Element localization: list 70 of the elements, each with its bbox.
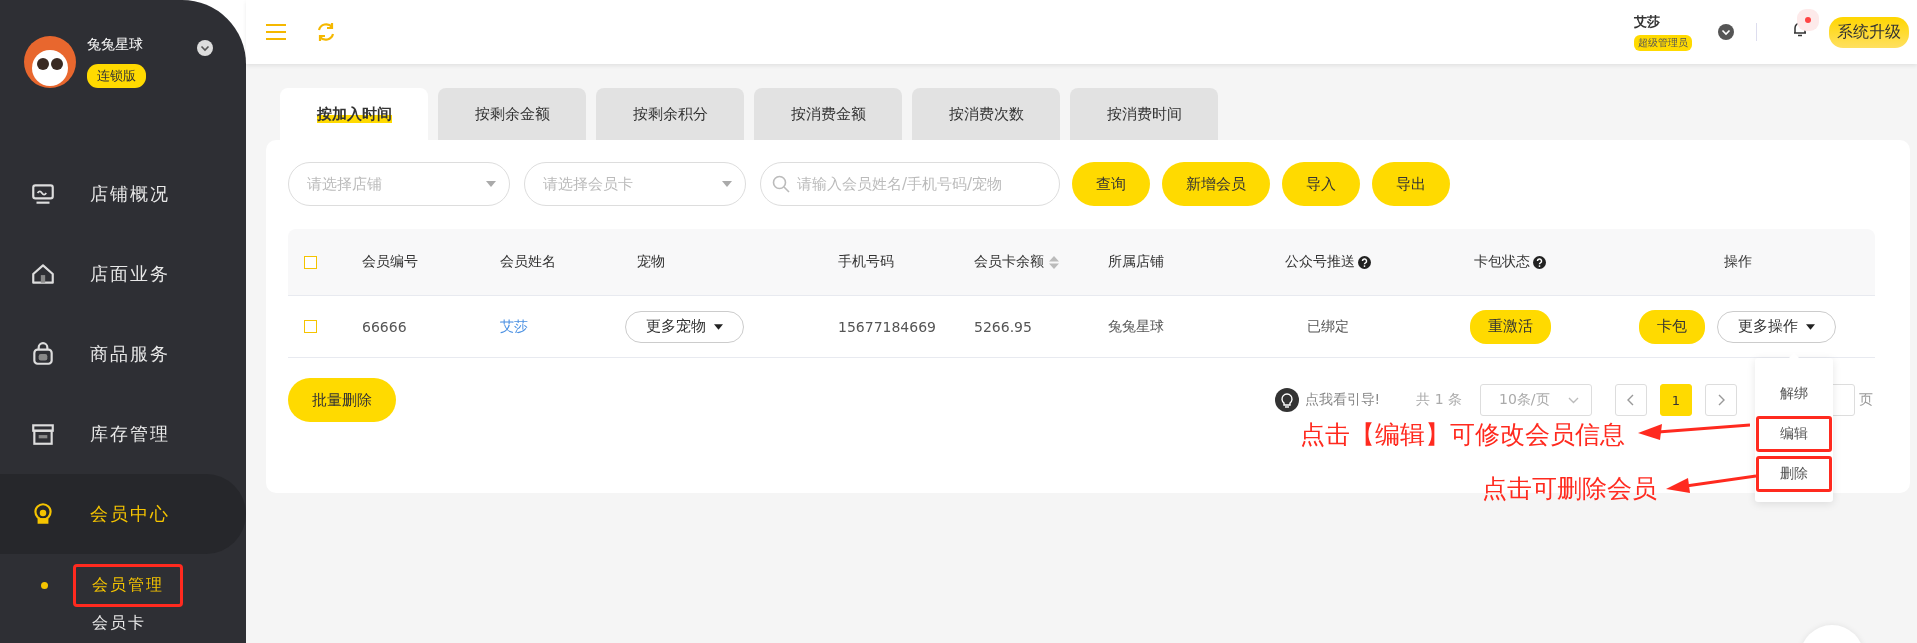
sort-tab[interactable]: 按消费时间 [1070,88,1218,140]
annotation-text: 点击可删除会员 [1482,473,1657,505]
row-checkbox[interactable] [304,320,317,333]
more-actions-button[interactable]: 更多操作 [1717,310,1836,343]
chevron-left-icon [1627,394,1635,406]
menu-item[interactable]: 解绑 [1756,376,1832,412]
sidebar-item[interactable]: 店面业务 [0,234,246,314]
member-card-select[interactable]: 请选择会员卡 [524,162,746,206]
sidebar-item[interactable]: 库存管理 [0,394,246,474]
reactivate-button[interactable]: 重激活 [1469,309,1551,344]
column-header: 手机号码 [838,253,894,271]
sort-tab[interactable]: 按消费次数 [912,88,1060,140]
sidebar-item[interactable]: 店铺概况 [0,154,246,234]
caret-icon [486,181,496,187]
prev-page-button[interactable] [1615,384,1647,416]
column-header: 公众号推送 [1285,253,1355,271]
guide-link[interactable]: 点我看引导! [1304,391,1381,409]
column-header: 宠物 [637,253,665,271]
total-count: 共 1 条 [1416,391,1462,409]
chevron-down-icon[interactable] [197,40,213,56]
role-badge: 超级管理员 [1634,35,1692,51]
page-suffix: 页 [1859,391,1873,409]
column-header: 会员编号 [362,253,418,271]
chevron-down-icon [1568,396,1579,404]
menu-item[interactable]: 编辑 [1756,416,1832,452]
chevron-down-icon[interactable] [1718,24,1734,40]
menu-item[interactable]: 删除 [1756,456,1832,492]
toolbar-button[interactable]: 导出 [1372,162,1450,206]
sort-tab[interactable]: 按剩余金额 [438,88,586,140]
column-header: 操作 [1723,253,1752,271]
table-cell: 66666 [362,318,407,335]
help-icon [1358,255,1371,269]
next-page-button[interactable] [1705,384,1737,416]
search-field[interactable]: 请输入会员姓名/手机号码/宠物 [760,162,1060,206]
caret-icon [1806,323,1815,330]
upgrade-button[interactable]: 系统升级 [1829,16,1909,48]
caret-icon [722,181,732,187]
user-name: 艾莎 [1634,13,1660,31]
table-cell: 已绑定 [1307,317,1349,336]
page-button[interactable]: 1 [1660,384,1692,416]
avatar-icon [24,36,76,88]
store-name: 兔兔星球 [87,36,144,54]
help-icon [1533,255,1546,269]
lightbulb-icon[interactable] [1274,388,1299,412]
sidebar-item[interactable]: 商品服务 [0,314,246,394]
table-cell: 兔兔星球 [1108,317,1164,336]
toolbar-button[interactable]: 查询 [1072,162,1150,206]
select-all-checkbox[interactable] [304,255,317,269]
table-cell: 5266.95 [974,318,1032,335]
column-header: 所属店铺 [1108,253,1164,271]
column-header: 会员卡余额 [974,253,1044,271]
store-select[interactable]: 请选择店铺 [288,162,510,206]
chevron-right-icon [1717,394,1725,406]
table-cell: 15677184669 [838,318,936,335]
sort-icon[interactable] [1049,255,1059,269]
sort-tab[interactable]: 按消费金额 [754,88,902,140]
batch-delete-button[interactable]: 批量删除 [288,378,396,422]
sort-tab[interactable]: 按剩余积分 [596,88,744,140]
column-header: 卡包状态 [1474,253,1530,271]
column-header: 会员姓名 [500,253,556,271]
toolbar-button[interactable]: 导入 [1282,162,1360,206]
card-wallet-button[interactable]: 卡包 [1639,309,1705,344]
search-icon [772,175,790,193]
sidebar-item[interactable]: 会员中心 [0,474,246,554]
toolbar-button[interactable]: 新增会员 [1162,162,1270,206]
caret-icon [714,323,723,330]
more-pets-button[interactable]: 更多宠物 [625,310,744,343]
sidebar-subitem[interactable]: 会员管理 [73,563,183,607]
annotation-text: 点击【编辑】可修改会员信息 [1300,419,1625,451]
edition-badge: 连锁版 [87,64,146,88]
